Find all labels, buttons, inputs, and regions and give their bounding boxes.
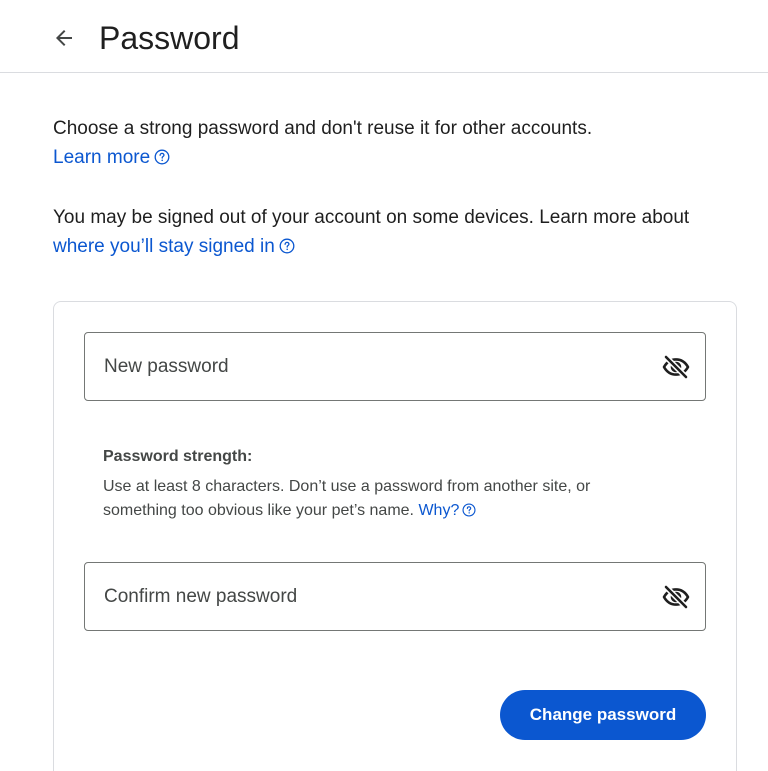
eye-off-icon <box>662 585 690 609</box>
help-circle-icon <box>462 503 476 517</box>
page-header: Password <box>0 0 768 73</box>
why-link[interactable]: Why? <box>418 502 476 519</box>
password-strength: Password strength: Use at least 8 charac… <box>103 445 663 523</box>
change-password-button[interactable]: Change password <box>500 690 706 740</box>
arrow-left-icon <box>56 30 72 46</box>
signout-text: You may be signed out of your account on… <box>53 207 690 228</box>
show-confirm-password-toggle[interactable] <box>661 583 691 611</box>
show-password-toggle[interactable] <box>661 353 691 381</box>
confirm-password-field <box>84 562 706 631</box>
strength-label: Password strength: <box>103 448 253 465</box>
stay-signed-in-link[interactable]: where you’ll stay signed in <box>53 236 295 257</box>
strength-hint: Use at least 8 characters. Don’t use a p… <box>103 475 663 523</box>
password-form-card: Password strength: Use at least 8 charac… <box>53 301 737 771</box>
learn-more-link[interactable]: Learn more <box>53 147 170 168</box>
back-button[interactable] <box>48 22 80 54</box>
page-title: Password <box>99 20 240 56</box>
new-password-input[interactable] <box>85 333 645 400</box>
help-circle-icon <box>154 149 170 165</box>
help-circle-icon <box>279 238 295 254</box>
strength-hint-text: Use at least 8 characters. Don’t use a p… <box>103 478 591 519</box>
new-password-field <box>84 332 706 401</box>
eye-off-icon <box>662 355 690 379</box>
signout-paragraph: You may be signed out of your account on… <box>53 203 753 261</box>
intro-text: Choose a strong password and don't reuse… <box>53 118 593 139</box>
confirm-password-input[interactable] <box>85 563 645 630</box>
intro-paragraph: Choose a strong password and don't reuse… <box>53 114 753 172</box>
